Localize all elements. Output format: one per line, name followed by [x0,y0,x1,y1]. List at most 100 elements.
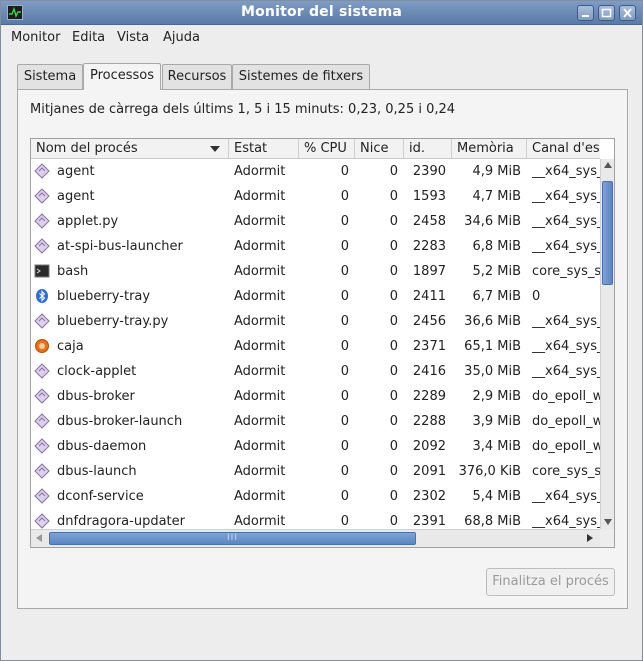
minimize-button[interactable] [577,5,594,21]
table-row[interactable]: agent Adormit 0 0 2390 4,9 MiB __x64_sys_ [31,159,600,184]
generic-process-icon [34,413,50,429]
process-cpu: 0 [340,489,349,504]
process-wait-channel: __x64_sys_ [532,364,600,379]
process-nice: 0 [389,514,398,529]
process-memory: 3,4 MiB [472,439,521,454]
processes-panel: Mitjanes de càrrega dels últims 1, 5 i 1… [17,89,628,609]
table-row[interactable]: dbus-launch Adormit 0 0 2091 376,0 KiB core_sy… [31,459,600,484]
column-header-memory[interactable]: Memòria [452,139,527,158]
scroll-left-icon[interactable] [36,534,42,542]
scroll-down-icon[interactable] [604,519,612,525]
column-header-status[interactable]: Estat [229,139,299,158]
generic-process-icon [34,238,50,254]
generic-process-icon [34,313,50,329]
table-row[interactable]: applet.py Adormit 0 0 2458 34,6 MiB __x64_sys_ [31,209,600,234]
system-monitor-window: Monitor del sistema Monitor Edita Vista … [0,0,643,661]
process-pid: 1593 [412,189,446,204]
process-name: clock-applet [57,364,137,379]
table-row[interactable]: dconf-service Adormit 0 0 2302 5,4 MiB __x64_s… [31,484,600,509]
process-nice: 0 [389,414,398,429]
column-header-cpu[interactable]: % CPU [299,139,355,158]
process-memory: 2,9 MiB [472,389,521,404]
process-status: Adormit [234,514,286,529]
table-row[interactable]: clock-applet Adormit 0 0 2416 35,0 MiB __x64_s… [31,359,600,384]
process-list: Nom del procés Estat % CPU Nice id. Memò… [30,138,615,548]
process-nice: 0 [389,239,398,254]
process-name: dbus-daemon [57,439,147,454]
caja-icon [34,338,50,354]
table-row[interactable]: dbus-daemon Adormit 0 0 2092 3,4 MiB do_epoll_… [31,434,600,459]
process-rows: agent Adormit 0 0 2390 4,9 MiB __x64_sys_ agent… [31,159,600,529]
table-row[interactable]: at-spi-bus-launcher Adormit 0 0 2283 6,8 MiB _… [31,234,600,259]
scroll-up-icon[interactable] [604,162,612,168]
process-memory: 5,4 MiB [472,489,521,504]
process-status: Adormit [234,214,286,229]
table-row[interactable]: dnfdragora-updater Adormit 0 0 2391 68,8 MiB _… [31,509,600,529]
process-cpu: 0 [340,439,349,454]
close-button[interactable] [619,5,636,21]
process-name: blueberry-tray [57,289,151,304]
process-memory: 6,8 MiB [472,239,521,254]
process-wait-channel: __x64_sys_ [532,339,600,354]
process-wait-channel: __x64_sys_ [532,189,600,204]
scroll-right-icon[interactable] [587,534,593,542]
process-status: Adormit [234,389,286,404]
table-row[interactable]: caja Adormit 0 0 2371 65,1 MiB __x64_sys_ [31,334,600,359]
generic-process-icon [34,163,50,179]
tab-resources[interactable]: Recursos [162,64,232,89]
maximize-button[interactable] [598,5,615,21]
process-pid: 2371 [412,339,446,354]
column-header-wait-channel[interactable]: Canal d'es [527,139,600,158]
end-process-button[interactable]: Finalitza el procés [486,568,615,596]
load-average-label: Mitjanes de càrrega dels últims 1, 5 i 1… [30,102,456,117]
process-memory: 68,8 MiB [464,514,521,529]
process-pid: 2288 [412,414,446,429]
process-status: Adormit [234,464,286,479]
process-memory: 35,0 MiB [464,364,521,379]
title-bar[interactable]: Monitor del sistema [1,1,642,25]
table-row[interactable]: bash Adormit 0 0 1897 5,2 MiB core_sys_s [31,259,600,284]
tab-processes[interactable]: Processos [83,63,161,90]
column-header-pid[interactable]: id. [404,139,452,158]
tab-file-systems[interactable]: Sistemes de fitxers [232,64,370,89]
process-memory: 5,2 MiB [472,264,521,279]
menu-view[interactable]: Vista [117,30,149,45]
table-row[interactable]: agent Adormit 0 0 1593 4,7 MiB __x64_sys_ [31,184,600,209]
process-name: applet.py [57,214,119,229]
column-header-name[interactable]: Nom del procés [31,139,229,158]
horizontal-scrollbar[interactable]: III [31,529,600,547]
process-cpu: 0 [340,389,349,404]
process-memory: 34,6 MiB [464,214,521,229]
process-nice: 0 [389,339,398,354]
menu-edit[interactable]: Edita [72,30,105,45]
process-status: Adormit [234,339,286,354]
menu-help[interactable]: Ajuda [163,30,200,45]
process-nice: 0 [389,164,398,179]
vertical-scroll-thumb[interactable] [602,181,613,285]
process-memory: 3,9 MiB [472,414,521,429]
process-nice: 0 [389,489,398,504]
bluetooth-icon [34,288,50,304]
process-cpu: 0 [340,464,349,479]
process-status: Adormit [234,189,286,204]
table-row[interactable]: dbus-broker Adormit 0 0 2289 2,9 MiB do_epoll_… [31,384,600,409]
menu-bar: Monitor Edita Vista Ajuda [1,26,642,51]
generic-process-icon [34,488,50,504]
process-pid: 2289 [412,389,446,404]
vertical-scrollbar[interactable] [600,159,614,529]
tab-system[interactable]: Sistema [17,64,83,89]
process-wait-channel: __x64_sys_ [532,214,600,229]
table-row[interactable]: dbus-broker-launch Adormit 0 0 2288 3,9 MiB do… [31,409,600,434]
process-wait-channel: __x64_sys_ [532,239,600,254]
process-nice: 0 [389,264,398,279]
horizontal-scroll-thumb[interactable]: III [49,532,416,545]
table-row[interactable]: blueberry-tray Adormit 0 0 2411 6,7 MiB 0 [31,284,600,309]
process-name: agent [57,164,95,179]
menu-monitor[interactable]: Monitor [11,30,60,45]
table-row[interactable]: blueberry-tray.py Adormit 0 0 2456 36,6 MiB __… [31,309,600,334]
sort-descending-icon [210,146,220,152]
process-memory: 36,6 MiB [464,314,521,329]
column-header-nice[interactable]: Nice [355,139,404,158]
process-cpu: 0 [340,164,349,179]
process-nice: 0 [389,364,398,379]
